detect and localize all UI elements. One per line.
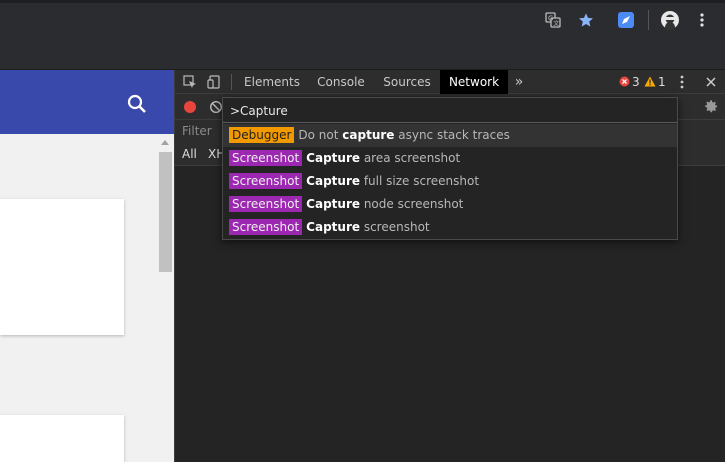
extension-icon[interactable] xyxy=(615,9,637,31)
command-item[interactable]: Screenshot Capture full size screenshot xyxy=(223,170,677,193)
toolbar-divider xyxy=(648,10,649,30)
type-all-button[interactable]: All xyxy=(182,142,197,166)
command-text-post: screenshot xyxy=(360,220,430,234)
close-icon[interactable] xyxy=(705,76,717,88)
app-bar xyxy=(0,70,174,134)
command-item[interactable]: Screenshot Capture node screenshot xyxy=(223,193,677,216)
command-item[interactable]: Debugger Do not capture async stack trace… xyxy=(223,124,677,147)
devtools-menu-icon[interactable] xyxy=(680,74,684,90)
error-icon[interactable] xyxy=(619,76,630,87)
settings-gear-icon[interactable] xyxy=(704,99,719,114)
command-text-post: area screenshot xyxy=(360,151,461,165)
scroll-up-arrow-icon[interactable] xyxy=(161,140,169,145)
tab-console[interactable]: Console xyxy=(309,70,373,94)
category-badge: Screenshot xyxy=(229,219,303,235)
search-icon[interactable] xyxy=(125,92,149,116)
device-toolbar-icon[interactable] xyxy=(207,75,221,89)
tab-elements[interactable]: Elements xyxy=(239,70,305,94)
warning-icon[interactable] xyxy=(644,76,656,87)
tab-divider xyxy=(231,74,232,90)
more-tabs-icon[interactable]: » xyxy=(511,70,527,94)
command-text-match: Capture xyxy=(306,197,361,211)
bookmarks-bar xyxy=(0,37,725,70)
command-text-post: node screenshot xyxy=(360,197,464,211)
devtools-tabbar: Elements Console Sources Network » 3 1 xyxy=(175,70,725,94)
content-card xyxy=(0,415,124,462)
command-item[interactable]: Screenshot Capture area screenshot xyxy=(223,147,677,170)
tab-network[interactable]: Network xyxy=(440,70,508,94)
command-text-match: Capture xyxy=(306,151,361,165)
command-text-match: capture xyxy=(342,128,395,142)
menu-kebab-icon[interactable] xyxy=(691,9,713,31)
scrollbar-thumb[interactable] xyxy=(159,152,172,272)
warning-count[interactable]: 1 xyxy=(658,70,666,94)
clear-icon[interactable] xyxy=(209,100,223,114)
inspect-element-icon[interactable] xyxy=(183,75,197,89)
command-text-match: Capture xyxy=(306,220,361,234)
error-count[interactable]: 3 xyxy=(632,70,640,94)
record-icon[interactable] xyxy=(184,101,196,113)
command-menu: >Capture Debugger Do not capture async st… xyxy=(222,97,678,240)
filter-input[interactable]: Filter xyxy=(182,120,212,142)
tab-sources[interactable]: Sources xyxy=(377,70,437,94)
command-menu-input[interactable]: >Capture xyxy=(223,98,677,123)
category-badge: Screenshot xyxy=(229,196,303,212)
content-card xyxy=(0,199,124,335)
category-badge: Debugger xyxy=(229,127,295,143)
command-text-pre: Do not xyxy=(298,128,343,142)
svg-text:文: 文 xyxy=(553,20,559,28)
command-item[interactable]: Screenshot Capture screenshot xyxy=(223,216,677,239)
browser-toolbar: G文 xyxy=(0,3,725,37)
category-badge: Screenshot xyxy=(229,173,303,189)
star-icon[interactable] xyxy=(575,9,597,31)
translate-icon[interactable]: G文 xyxy=(542,9,564,31)
command-text-post: full size screenshot xyxy=(360,174,480,188)
command-text-post: async stack traces xyxy=(394,128,510,142)
web-page xyxy=(0,70,174,462)
profile-icon[interactable] xyxy=(659,9,681,31)
category-badge: Screenshot xyxy=(229,150,303,166)
command-text-match: Capture xyxy=(306,174,361,188)
